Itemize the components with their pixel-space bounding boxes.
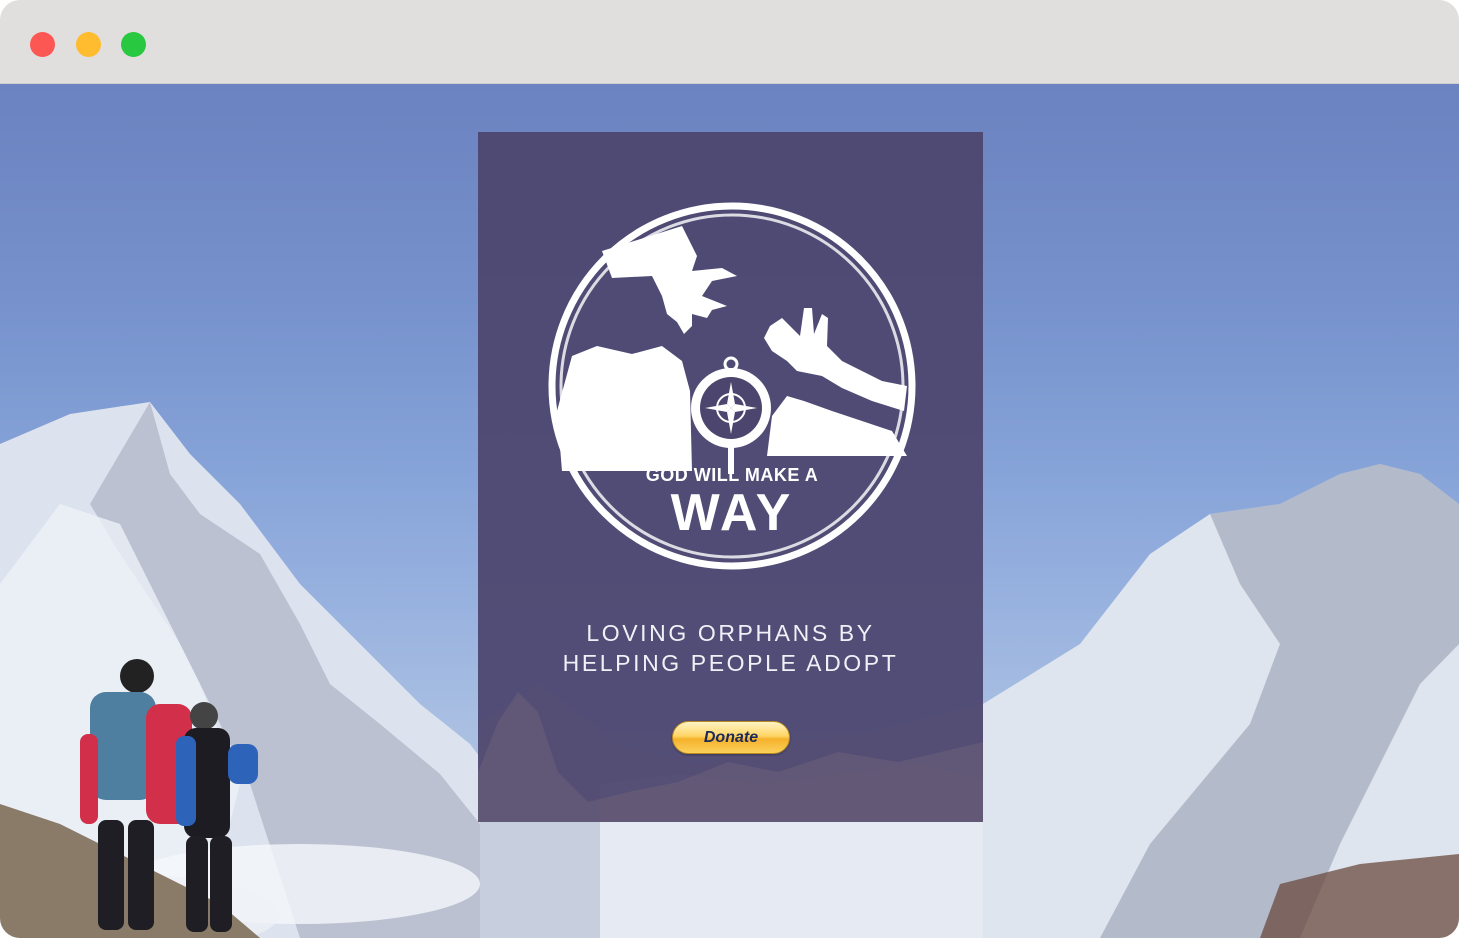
minimize-window-button[interactable] xyxy=(76,32,101,57)
browser-window: GOD WILL MAKE A WAY LOVING ORPHANS BY HE… xyxy=(0,0,1459,938)
page-viewport: GOD WILL MAKE A WAY LOVING ORPHANS BY HE… xyxy=(0,84,1459,938)
hero-card: GOD WILL MAKE A WAY LOVING ORPHANS BY HE… xyxy=(478,132,983,822)
compass-icon xyxy=(691,356,771,474)
tagline-line1: LOVING ORPHANS BY xyxy=(586,620,875,646)
donate-button[interactable]: Donate xyxy=(672,721,790,754)
window-titlebar xyxy=(0,0,1459,84)
logo-line1: GOD WILL MAKE A xyxy=(646,465,819,485)
logo-line2: WAY xyxy=(671,484,794,542)
reaching-hand-right-icon xyxy=(764,308,907,411)
zoom-window-button[interactable] xyxy=(121,32,146,57)
tagline: LOVING ORPHANS BY HELPING PEOPLE ADOPT xyxy=(478,618,983,678)
close-window-button[interactable] xyxy=(30,32,55,57)
tagline-line2: HELPING PEOPLE ADOPT xyxy=(562,650,899,676)
hands-compass-logo: GOD WILL MAKE A WAY xyxy=(548,202,916,570)
